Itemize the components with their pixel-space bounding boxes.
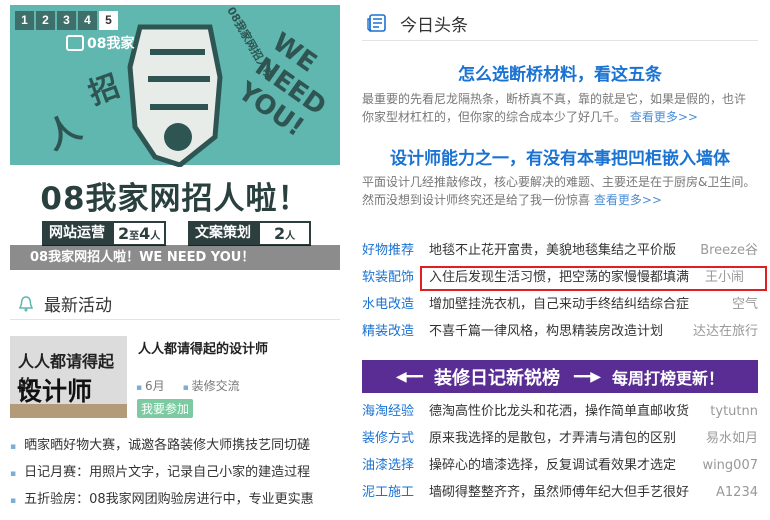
list-item[interactable]: 晒家晒好物大赛，诚邀各路装修大师携技艺同切磋 <box>10 432 340 459</box>
diary-feed-b: 海淘经验 德淘高性价比龙头和花洒，操作简单直邮收货 tytutnn 装修方式 原… <box>362 398 758 506</box>
pager-dot-2[interactable]: 2 <box>36 11 55 30</box>
carousel-pager: 1 2 3 4 5 <box>15 11 118 30</box>
table-row[interactable]: 精装改造 不喜千篇一律风格，构思精装房改造计划 达达在旅行 <box>362 318 758 345</box>
row-title[interactable]: 操碎心的墙漆选择，反复调试看效果才选定 <box>429 452 676 479</box>
deco-char-ren: 人 <box>39 107 88 158</box>
headline-summary-1: 最重要的先看尼龙隔热条，断桥真不真，靠的就是它，如果是假的，也许 你家型材杠杠的… <box>362 92 747 124</box>
list-item[interactable]: 日记月赛：用照片文字，记录自己小家的建造过程 <box>10 459 340 486</box>
headline-title-2[interactable]: 设计师能力之一，有没有本事把凹柜嵌入墙体 <box>362 144 758 169</box>
bell-icon <box>18 295 34 311</box>
row-category[interactable]: 软装配饰 <box>362 264 414 291</box>
row-category[interactable]: 水电改造 <box>362 291 414 318</box>
row-author[interactable]: 空气 <box>732 291 758 318</box>
event-thumbnail[interactable]: 人人都请得起的 设计师 <box>10 336 127 418</box>
activity-list: 晒家晒好物大赛，诚邀各路装修大师携技艺同切磋 日记月赛：用照片文字，记录自己小家… <box>10 432 340 513</box>
headline-summary-2: 平面设计几经推敲修改，核心要解决的难题、主要还是在于厨房&卫生间。 然而没想到设… <box>362 175 756 207</box>
diary-ranking-banner[interactable]: ◀━━━ 装修日记新锐榜 ━━━▶ 每周打榜更新！ <box>362 360 758 393</box>
job-tag-operations: 网站运营 2至4人 <box>42 221 167 246</box>
pager-dot-1[interactable]: 1 <box>15 11 34 30</box>
row-author[interactable]: wing007 <box>702 452 758 479</box>
banner-carousel[interactable]: 1 2 3 4 5 08我家 WE NEED YOU! 08我家网招人啦 招 人… <box>10 5 340 270</box>
pointing-fist-icon <box>127 24 223 167</box>
activity-header: 最新活动 <box>10 288 340 320</box>
row-title[interactable]: 德淘高性价比龙头和花洒，操作简单直邮收货 <box>429 398 689 425</box>
headlines-header: 今日头条 <box>362 6 758 41</box>
banner-caption[interactable]: 08我家网招人啦！WE NEED YOU！ <box>10 245 340 270</box>
row-title[interactable]: 入住后发现生活习惯，把空荡的家慢慢都填满 <box>429 264 689 291</box>
featured-event[interactable]: 人人都请得起的 设计师 人人都请得起的设计师 6月 装修交流 我要参加 <box>10 336 340 418</box>
event-title[interactable]: 人人都请得起的设计师 <box>138 338 268 357</box>
row-category[interactable]: 油漆选择 <box>362 452 414 479</box>
list-item[interactable]: 五折验房：08我家网团购验房进行中，专业更实惠 <box>10 486 340 513</box>
event-category: 装修交流 <box>183 377 240 394</box>
promo-sub-text: 每周打榜更新！ <box>612 368 725 388</box>
event-month: 6月 <box>136 377 165 394</box>
event-meta: 6月 装修交流 <box>136 377 240 394</box>
table-row-highlighted[interactable]: 软装配饰 入住后发现生活习惯，把空荡的家慢慢都填满 王小闹 <box>362 264 767 291</box>
row-author[interactable]: A1234 <box>716 479 758 506</box>
diary-feed-a: 好物推荐 地毯不止花开富贵，美貌地毯集结之平价版 Breeze谷 软装配饰 入住… <box>362 237 767 345</box>
row-author[interactable]: 易水如月 <box>706 425 758 452</box>
banner-title: 08我家网招人啦！ <box>40 181 310 217</box>
more-link[interactable]: 查看更多>> <box>630 110 698 124</box>
pager-dot-4[interactable]: 4 <box>78 11 97 30</box>
table-row[interactable]: 海淘经验 德淘高性价比龙头和花洒，操作简单直邮收货 tytutnn <box>362 398 758 425</box>
table-row[interactable]: 装修方式 原来我选择的是散包，才弄清与清包的区别 易水如月 <box>362 425 758 452</box>
deco-char-zhao: 招 <box>84 68 125 112</box>
promo-main-text: 装修日记新锐榜 <box>433 367 560 389</box>
row-title[interactable]: 原来我选择的是散包，才弄清与清包的区别 <box>429 425 676 452</box>
row-category[interactable]: 泥工施工 <box>362 479 414 506</box>
site-logo: 08我家 <box>66 33 134 53</box>
table-row[interactable]: 油漆选择 操碎心的墙漆选择，反复调试看效果才选定 wing007 <box>362 452 758 479</box>
table-row[interactable]: 泥工施工 墙砌得整整齐齐，虽然师傅年纪大但手艺很好 A1234 <box>362 479 758 506</box>
more-link[interactable]: 查看更多>> <box>594 193 662 207</box>
row-title[interactable]: 增加壁挂洗衣机，自己来动手终结纠结综合症 <box>429 291 689 318</box>
activity-section-title: 最新活动 <box>44 296 112 316</box>
row-title[interactable]: 不喜千篇一律风格，构思精装房改造计划 <box>429 318 663 345</box>
row-title[interactable]: 地毯不止花开富贵，美貌地毯集结之平价版 <box>429 237 676 264</box>
deco-hiring-text: 08我家网招人啦 <box>224 5 277 82</box>
row-author[interactable]: Breeze谷 <box>700 237 758 264</box>
house-icon <box>66 35 84 51</box>
row-category[interactable]: 海淘经验 <box>362 398 414 425</box>
table-row[interactable]: 好物推荐 地毯不止花开富贵，美貌地毯集结之平价版 Breeze谷 <box>362 237 758 264</box>
row-category[interactable]: 好物推荐 <box>362 237 414 264</box>
headline-title-1[interactable]: 怎么选断桥材料，看这五条 <box>362 60 758 85</box>
pager-dot-3[interactable]: 3 <box>57 11 76 30</box>
newspaper-icon <box>367 14 386 32</box>
headlines-section-title: 今日头条 <box>400 15 468 36</box>
banner-image[interactable]: 1 2 3 4 5 08我家 WE NEED YOU! 08我家网招人啦 招 人… <box>10 5 340 270</box>
job-tag-copywriter: 文案策划 2人 <box>188 221 312 246</box>
row-author[interactable]: tytutnn <box>710 398 758 425</box>
row-author[interactable]: 达达在旅行 <box>693 318 758 345</box>
row-title[interactable]: 墙砌得整整齐齐，虽然师傅年纪大但手艺很好 <box>429 479 689 506</box>
join-button[interactable]: 我要参加 <box>137 399 194 418</box>
row-category[interactable]: 精装改造 <box>362 318 414 345</box>
row-author[interactable]: 王小闹 <box>705 264 744 291</box>
row-category[interactable]: 装修方式 <box>362 425 414 452</box>
table-row[interactable]: 水电改造 增加壁挂洗衣机，自己来动手终结纠结综合症 空气 <box>362 291 758 318</box>
pager-dot-5[interactable]: 5 <box>99 11 118 30</box>
